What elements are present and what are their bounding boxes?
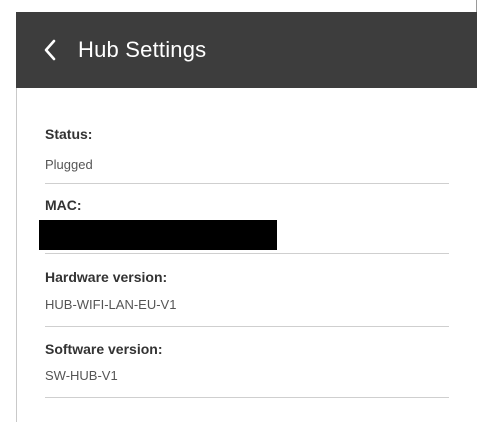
- mac-redaction-block: [39, 220, 277, 250]
- page-title: Hub Settings: [78, 37, 207, 62]
- back-button[interactable]: [28, 22, 72, 78]
- software-version-label: Software version:: [45, 341, 163, 357]
- status-value: Plugged: [45, 157, 93, 172]
- app-bar: Hub Settings: [16, 12, 477, 88]
- status-label: Status:: [45, 126, 93, 142]
- hub-settings-screen: Hub Settings Status: Plugged MAC: Hardwa…: [0, 0, 477, 422]
- hardware-version-label: Hardware version:: [45, 269, 168, 285]
- settings-list: Status: Plugged MAC: Hardware version: H…: [16, 88, 477, 422]
- software-version-value: SW-HUB-V1: [45, 368, 118, 383]
- status-field: Status: Plugged: [45, 88, 449, 184]
- chevron-left-icon: [44, 39, 56, 61]
- mac-label: MAC:: [45, 197, 82, 213]
- hardware-version-field: Hardware version: HUB-WIFI-LAN-EU-V1: [45, 254, 449, 327]
- software-version-field: Software version: SW-HUB-V1: [45, 327, 449, 398]
- hardware-version-value: HUB-WIFI-LAN-EU-V1: [45, 297, 177, 312]
